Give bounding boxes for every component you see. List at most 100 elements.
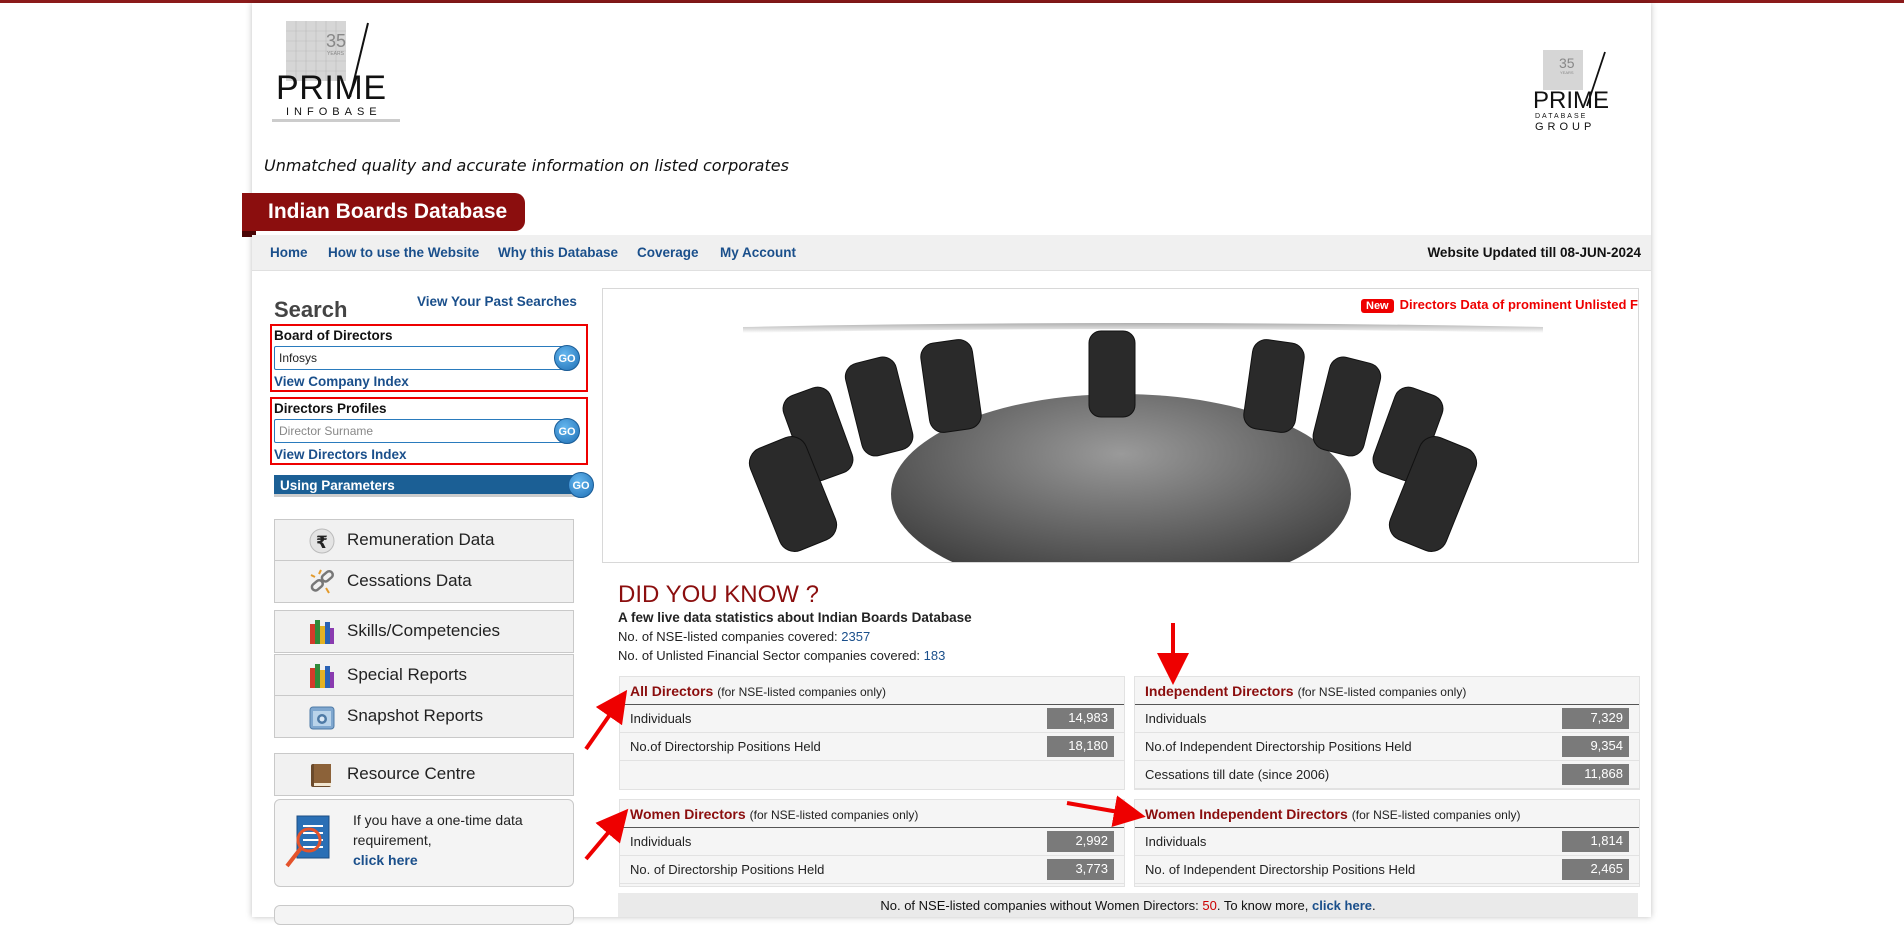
nav-how-to-use[interactable]: How to use the Website [328, 245, 479, 260]
data-request-text: If you have a one-time data requirement,… [353, 810, 563, 870]
menu-label: Remuneration Data [347, 530, 495, 549]
parameters-go-button[interactable]: GO [568, 472, 594, 498]
svg-text:GROUP: GROUP [1535, 121, 1595, 133]
menu-special-reports[interactable]: Special Reports [275, 655, 573, 696]
company-index-link[interactable]: View Company Index [274, 374, 409, 389]
nse-coverage-line: No. of NSE-listed companies covered: 235… [618, 629, 870, 644]
stat-row: Individuals 1,814 [1135, 828, 1639, 856]
unlisted-coverage-value: 183 [923, 648, 946, 663]
arrow-to-women-directors [584, 808, 629, 861]
prime-database-group-logo[interactable]: 35 YEARS PRIME DATABASE GROUP [1521, 48, 1621, 148]
stat-label: No. of Independent Directorship Position… [1145, 862, 1416, 877]
stat-label: No. of Directorship Positions Held [630, 862, 825, 877]
panel-note: (for NSE-listed companies only) [1297, 685, 1467, 699]
next-sidebar-box [274, 905, 574, 925]
stat-value: 3,773 [1047, 859, 1114, 880]
books-icon [310, 664, 334, 688]
data-request-box: If you have a one-time data requirement,… [274, 799, 574, 887]
unlisted-coverage-label: No. of Unlisted Financial Sector compani… [618, 648, 921, 663]
panel-title[interactable]: Independent Directors [1145, 683, 1294, 699]
stat-value: 7,329 [1562, 708, 1629, 729]
unlisted-coverage-line: No. of Unlisted Financial Sector compani… [618, 648, 945, 663]
stat-value: 14,983 [1047, 708, 1114, 729]
svg-text:INFOBASE: INFOBASE [286, 106, 382, 118]
board-search-box: Board of Directors Infosys GO View Compa… [270, 324, 588, 392]
profiles-search-box: Directors Profiles Director Surname GO V… [270, 397, 588, 465]
panel-title[interactable]: Women Independent Directors [1145, 806, 1348, 822]
svg-text:YEARS: YEARS [1560, 70, 1574, 75]
panel-title[interactable]: All Directors [630, 683, 713, 699]
women-directors-panel: Women Directors (for NSE-listed companies… [619, 799, 1125, 887]
stat-value: 2,992 [1047, 831, 1114, 852]
menu-label: Special Reports [347, 665, 468, 684]
board-go-button[interactable]: GO [554, 345, 580, 371]
panel-title[interactable]: Women Directors [630, 806, 746, 822]
prime-infobase-logo[interactable]: 35 YEARS PRIME INFOBASE [272, 17, 400, 125]
menu-resource-centre[interactable]: Resource Centre [275, 754, 573, 795]
menu-label: Skills/Competencies [347, 621, 501, 640]
menu-remuneration[interactable]: ₹ Remuneration Data [275, 520, 573, 561]
stat-row: Individuals 14,983 [620, 705, 1124, 733]
nav-my-account[interactable]: My Account [720, 245, 796, 260]
svg-text:PRIME: PRIME [1533, 87, 1609, 114]
stat-value: 9,354 [1562, 736, 1629, 757]
independent-directors-panel: Independent Directors (for NSE-listed com… [1134, 676, 1640, 790]
arrow-to-all-directors [584, 689, 628, 751]
hero-banner: New Directors Data of prominent Unlisted … [602, 288, 1639, 563]
stat-label: No.of Independent Directorship Positions… [1145, 739, 1412, 754]
footnote-value: 50 [1202, 898, 1217, 913]
rupee-icon: ₹ [309, 528, 335, 554]
women-independent-directors-panel: Women Independent Directors (for NSE-list… [1134, 799, 1640, 887]
nav-why-this-database[interactable]: Why this Database [498, 245, 618, 260]
menu-cessations[interactable]: Cessations Data [275, 561, 573, 602]
footnote-end: . [1372, 898, 1376, 913]
profiles-label: Directors Profiles [274, 401, 387, 416]
did-you-know-subtitle: A few live data statistics about Indian … [618, 610, 972, 625]
using-parameters-bar[interactable]: Using Parameters [274, 475, 582, 497]
panel-header: Independent Directors (for NSE-listed com… [1135, 677, 1639, 705]
page-container: 35 YEARS PRIME INFOBASE Unmatched qualit… [242, 3, 1651, 925]
menu-group-resources: Resource Centre [274, 753, 574, 796]
stat-label: Individuals [1145, 711, 1207, 726]
stat-value: 18,180 [1047, 736, 1114, 757]
panel-note: (for NSE-listed companies only) [1351, 808, 1521, 822]
site-title: Indian Boards Database [242, 193, 526, 231]
nav-coverage[interactable]: Coverage [637, 245, 699, 260]
stat-value: 11,868 [1562, 764, 1629, 785]
menu-snapshot-reports[interactable]: Snapshot Reports [275, 696, 573, 737]
menu-skills[interactable]: Skills/Competencies [275, 611, 573, 652]
menu-group-reports: Special Reports Snapshot Reports [274, 654, 574, 738]
company-search-input[interactable]: Infosys [274, 346, 564, 370]
menu-label: Resource Centre [347, 764, 476, 783]
tagline: Unmatched quality and accurate informati… [264, 156, 789, 175]
click-here-link[interactable]: click here [353, 852, 418, 868]
footnote-tail: . To know more, [1216, 898, 1309, 913]
svg-text:₹: ₹ [316, 533, 328, 553]
stat-row: Cessations till date (since 2006) 11,868 [1135, 761, 1639, 789]
directors-index-link[interactable]: View Directors Index [274, 447, 407, 462]
stat-label: No.of Directorship Positions Held [630, 739, 821, 754]
all-directors-panel: All Directors (for NSE-listed companies o… [619, 676, 1125, 790]
parameters-label: Using Parameters [280, 478, 395, 493]
books-icon [310, 620, 334, 644]
svg-text:DATABASE: DATABASE [1535, 113, 1587, 120]
nav-home[interactable]: Home [270, 245, 308, 260]
menu-group-skills: Skills/Competencies [274, 610, 574, 653]
stat-label: Cessations till date (since 2006) [1145, 767, 1330, 782]
stat-row: Individuals 2,992 [620, 828, 1124, 856]
panel-header: Women Independent Directors (for NSE-list… [1135, 800, 1639, 828]
panel-header: Women Directors (for NSE-listed companies… [620, 800, 1124, 828]
svg-text:YEARS: YEARS [327, 51, 345, 57]
did-you-know-heading: DID YOU KNOW ? [618, 581, 819, 608]
stat-label: Individuals [630, 834, 692, 849]
menu-label: Cessations Data [347, 571, 472, 590]
main-nav: Home How to use the Website Why this Dat… [252, 235, 1651, 271]
past-searches-link[interactable]: View Your Past Searches [417, 294, 577, 309]
stat-row: Individuals 7,329 [1135, 705, 1639, 733]
profiles-go-button[interactable]: GO [554, 418, 580, 444]
book-icon [311, 764, 331, 787]
panel-note: (for NSE-listed companies only) [717, 685, 886, 699]
nse-coverage-value: 2357 [841, 629, 871, 644]
director-surname-input[interactable]: Director Surname [274, 419, 564, 443]
footnote-link[interactable]: click here [1312, 898, 1372, 913]
